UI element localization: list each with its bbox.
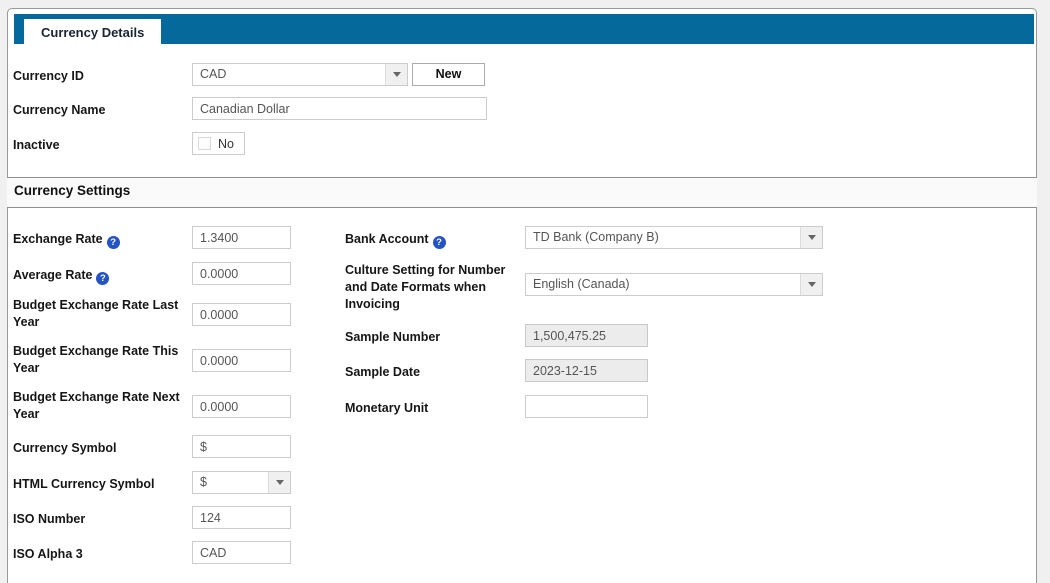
tab-currency-details[interactable]: Currency Details: [24, 19, 162, 47]
inactive-label: Inactive: [13, 138, 60, 152]
currency-settings-section-band: [7, 177, 1037, 208]
iso-number-input[interactable]: [192, 506, 291, 529]
currency-id-combobox[interactable]: CAD: [192, 63, 408, 86]
sample-date-field: [525, 359, 648, 382]
currency-symbol-label: Currency Symbol: [13, 441, 117, 455]
iso-alpha-3-input[interactable]: [192, 541, 291, 564]
budget-rate-next-year-input[interactable]: [192, 395, 291, 418]
budget-rate-last-year-label: Budget Exchange Rate Last Year: [13, 298, 179, 329]
currency-details-page: Currency Details Currency ID CAD New Cur…: [0, 0, 1050, 583]
chevron-down-icon[interactable]: [385, 64, 407, 85]
iso-alpha-3-label: ISO Alpha 3: [13, 547, 83, 561]
currency-settings-section-title: Currency Settings: [14, 183, 131, 198]
bank-account-combobox[interactable]: TD Bank (Company B): [525, 226, 823, 249]
currency-name-label: Currency Name: [13, 103, 106, 117]
budget-rate-last-year-input[interactable]: [192, 303, 291, 326]
budget-rate-next-year-label: Budget Exchange Rate Next Year: [13, 390, 180, 421]
chevron-down-icon[interactable]: [268, 472, 290, 493]
new-button[interactable]: New: [412, 63, 485, 86]
currency-symbol-input[interactable]: [192, 435, 291, 458]
inactive-checkbox[interactable]: No: [192, 132, 245, 155]
html-currency-symbol-combobox[interactable]: $: [192, 471, 291, 494]
iso-number-label: ISO Number: [13, 512, 86, 526]
html-currency-symbol-value: $: [200, 475, 207, 489]
sample-number-label: Sample Number: [345, 330, 441, 344]
checkbox-icon[interactable]: [198, 137, 211, 150]
tab-strip: [14, 14, 1034, 44]
average-rate-label: Average Rate?: [13, 267, 110, 285]
help-icon[interactable]: ?: [432, 236, 446, 249]
currency-name-input[interactable]: [192, 97, 487, 120]
exchange-rate-label-text: Exchange Rate: [13, 232, 103, 246]
exchange-rate-input[interactable]: [192, 226, 291, 249]
currency-id-label: Currency ID: [13, 69, 84, 83]
monetary-unit-label: Monetary Unit: [345, 401, 429, 415]
help-icon[interactable]: ?: [106, 236, 120, 249]
currency-id-value: CAD: [200, 67, 227, 81]
average-rate-label-text: Average Rate: [13, 268, 93, 282]
help-icon[interactable]: ?: [96, 272, 110, 285]
culture-setting-value: English (Canada): [533, 277, 630, 291]
bank-account-label-text: Bank Account: [345, 232, 429, 246]
chevron-down-icon[interactable]: [800, 227, 822, 248]
sample-number-field: [525, 324, 648, 347]
culture-setting-label: Culture Setting for Number and Date Form…: [345, 263, 506, 311]
chevron-down-icon[interactable]: [800, 274, 822, 295]
html-currency-symbol-label: HTML Currency Symbol: [13, 477, 155, 491]
budget-rate-this-year-input[interactable]: [192, 349, 291, 372]
sample-date-label: Sample Date: [345, 365, 421, 379]
bank-account-label: Bank Account?: [345, 231, 446, 249]
monetary-unit-input[interactable]: [525, 395, 648, 418]
exchange-rate-label: Exchange Rate?: [13, 231, 120, 249]
budget-rate-this-year-label: Budget Exchange Rate This Year: [13, 344, 179, 375]
bank-account-value: TD Bank (Company B): [533, 230, 659, 244]
average-rate-input[interactable]: [192, 262, 291, 285]
culture-setting-combobox[interactable]: English (Canada): [525, 273, 823, 296]
inactive-checkbox-label: No: [218, 136, 234, 151]
